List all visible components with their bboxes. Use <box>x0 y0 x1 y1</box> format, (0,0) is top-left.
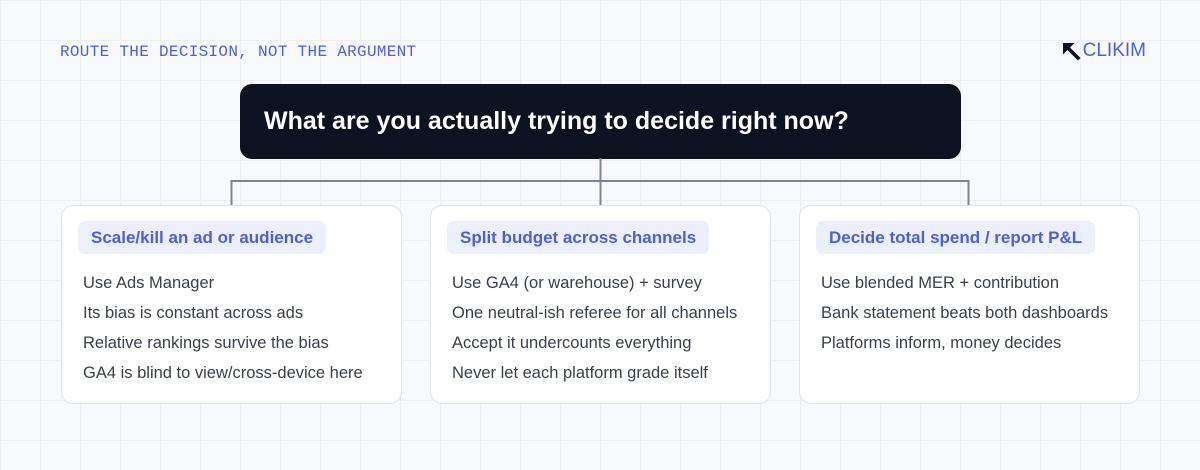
list-item: Relative rankings survive the bias <box>83 334 329 352</box>
question-text: What are you actually trying to decide r… <box>264 107 849 135</box>
question-box: What are you actually trying to decide r… <box>240 84 961 159</box>
branch-title: Scale/kill an ad or audience <box>78 221 327 254</box>
branch-title: Split budget across channels <box>447 221 710 254</box>
kicker-label: ROUTE THE DECISION, NOT THE ARGUMENT <box>60 43 417 61</box>
list-item: Use Ads Manager <box>83 274 215 292</box>
list-item: Use GA4 (or warehouse) + survey <box>452 274 702 292</box>
list-item: Accept it undercounts everything <box>452 334 692 352</box>
branch-lines: Use blended MER + contribution Bank stat… <box>816 268 1123 358</box>
logo: CLIKIM <box>1061 40 1146 62</box>
branch-lines: Use GA4 (or warehouse) + survey One neut… <box>447 268 754 388</box>
list-item: Bank statement beats both dashboards <box>821 304 1109 322</box>
branch-card-split-budget: Split budget across channels Use GA4 (or… <box>430 205 771 404</box>
list-item: Its bias is constant across ads <box>83 304 304 322</box>
list-item: GA4 is blind to view/cross-device here <box>83 364 363 382</box>
branch-title: Decide total spend / report P&L <box>816 221 1096 254</box>
branch-card-total-spend: Decide total spend / report P&L Use blen… <box>799 205 1140 404</box>
list-item: One neutral-ish referee for all channels <box>452 304 738 322</box>
branch-card-scale-kill: Scale/kill an ad or audience Use Ads Man… <box>61 205 402 404</box>
list-item: Use blended MER + contribution <box>821 274 1060 292</box>
list-item: Platforms inform, money decides <box>821 334 1062 352</box>
branch-lines: Use Ads Manager Its bias is constant acr… <box>78 268 385 388</box>
arrow-up-left-icon <box>1062 43 1081 61</box>
logo-text: CLIKIM <box>1082 40 1146 61</box>
list-item: Never let each platform grade itself <box>452 364 708 382</box>
